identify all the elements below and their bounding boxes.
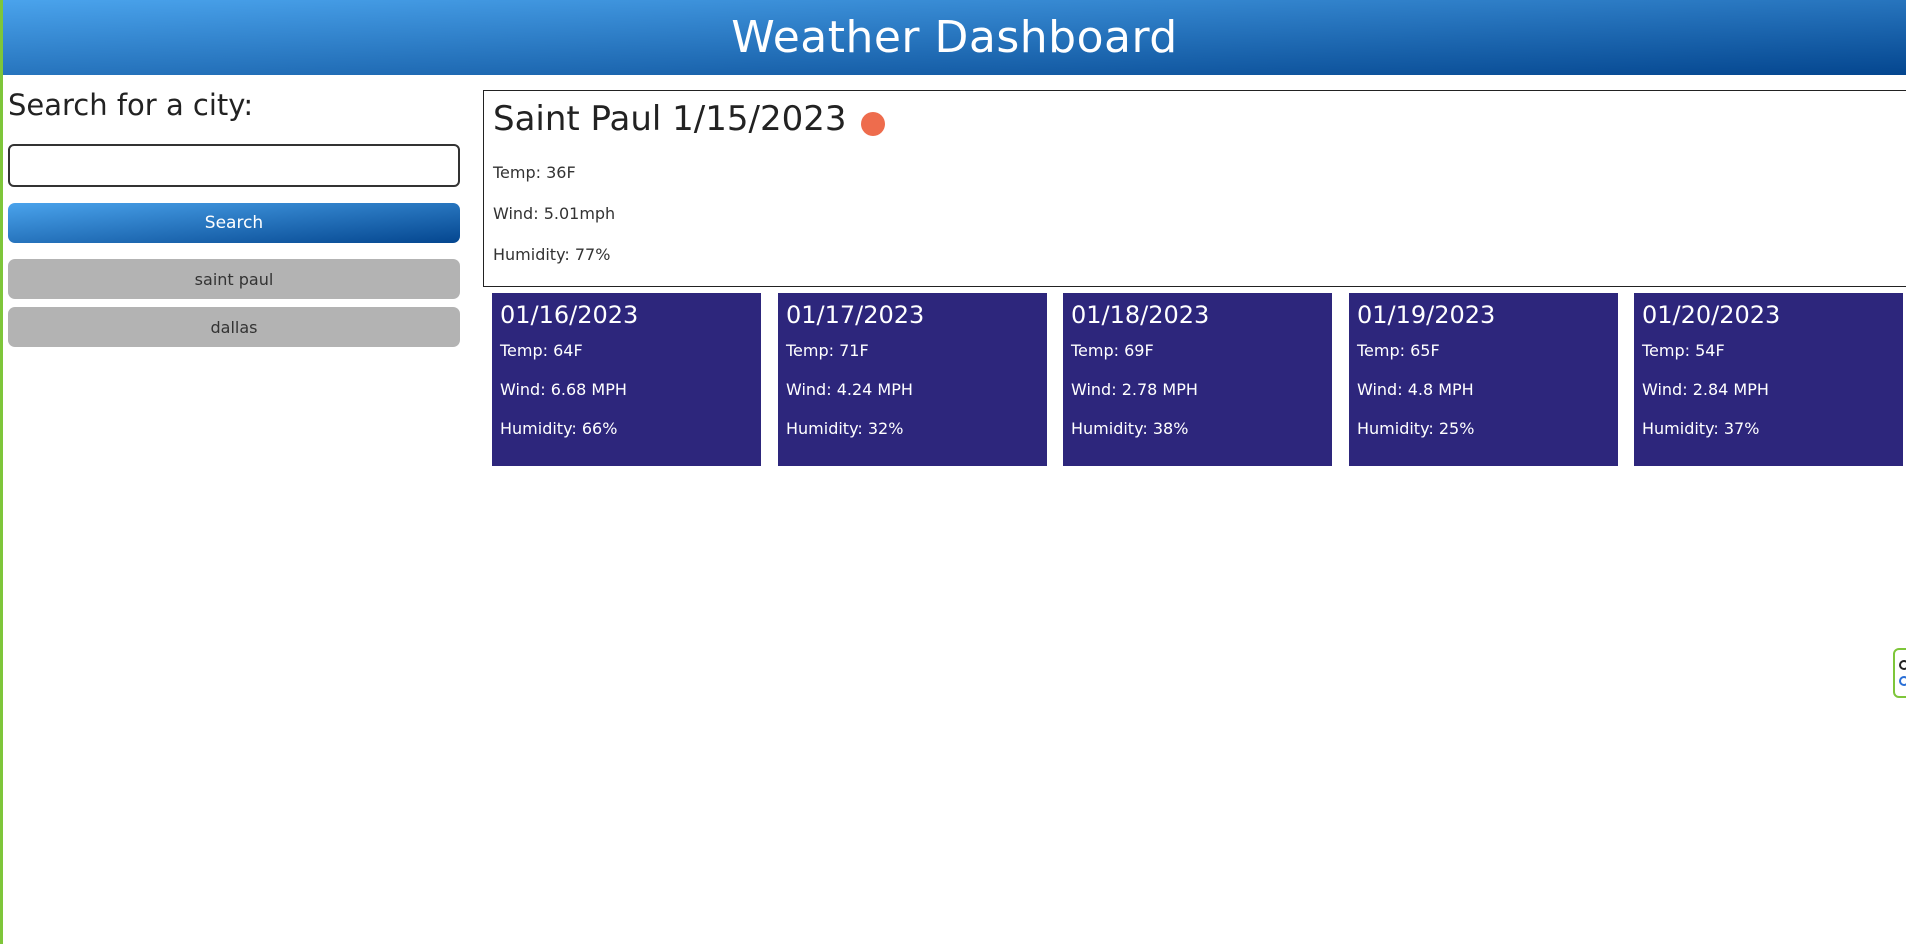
search-sidebar: Search for a city: Search saint paul dal… [8,88,460,355]
forecast-date: 01/20/2023 [1642,301,1781,329]
forecast-humidity: Humidity: 38% [1071,419,1189,438]
page: Weather Dashboard Search for a city: Sea… [0,0,1906,944]
current-temp: Temp: 36F [493,163,576,182]
forecast-temp: Temp: 69F [1071,341,1154,360]
forecast-date: 01/18/2023 [1071,301,1210,329]
page-title: Weather Dashboard [731,12,1178,63]
forecast-date: 01/16/2023 [500,301,639,329]
forecast-temp: Temp: 54F [1642,341,1725,360]
app-header: Weather Dashboard [3,0,1906,75]
forecast-humidity: Humidity: 32% [786,419,904,438]
search-button[interactable]: Search [8,203,460,243]
window-edge [0,0,3,944]
current-weather-header: Saint Paul 1/15/2023 [493,99,1897,139]
forecast-date: 01/19/2023 [1357,301,1496,329]
forecast-wind: Wind: 2.84 MPH [1642,380,1769,399]
history-button-dallas[interactable]: dallas [8,307,460,347]
forecast-card: 01/20/2023 Temp: 54F Wind: 2.84 MPH Humi… [1634,293,1903,466]
forecast-card: 01/17/2023 Temp: 71F Wind: 4.24 MPH Humi… [778,293,1047,466]
forecast-wind: Wind: 2.78 MPH [1071,380,1198,399]
search-heading: Search for a city: [8,88,254,122]
forecast-date: 01/17/2023 [786,301,925,329]
search-history: saint paul dallas [8,259,460,347]
current-weather-panel: Saint Paul 1/15/2023 Temp: 36F Wind: 5.0… [483,90,1906,287]
current-wind: Wind: 5.01mph [493,204,616,223]
forecast-temp: Temp: 71F [786,341,869,360]
current-humidity: Humidity: 77% [493,245,611,264]
forecast-humidity: Humidity: 25% [1357,419,1475,438]
history-button-saint-paul[interactable]: saint paul [8,259,460,299]
widget-icon [1899,676,1906,686]
forecast-humidity: Humidity: 66% [500,419,618,438]
forecast-card: 01/19/2023 Temp: 65F Wind: 4.8 MPH Humid… [1349,293,1618,466]
forecast-temp: Temp: 65F [1357,341,1440,360]
forecast-humidity: Humidity: 37% [1642,419,1760,438]
forecast-temp: Temp: 64F [500,341,583,360]
widget-icon [1899,660,1906,670]
forecast-wind: Wind: 4.8 MPH [1357,380,1474,399]
weather-icon [860,112,885,136]
forecast-card: 01/16/2023 Temp: 64F Wind: 6.68 MPH Humi… [492,293,761,466]
extension-widget[interactable] [1893,648,1906,698]
forecast-card: 01/18/2023 Temp: 69F Wind: 2.78 MPH Humi… [1063,293,1332,466]
five-day-forecast: 01/16/2023 Temp: 64F Wind: 6.68 MPH Humi… [492,293,1906,466]
forecast-wind: Wind: 6.68 MPH [500,380,627,399]
current-city-date: Saint Paul 1/15/2023 [493,99,847,139]
forecast-wind: Wind: 4.24 MPH [786,380,913,399]
city-search-input[interactable] [8,144,460,187]
